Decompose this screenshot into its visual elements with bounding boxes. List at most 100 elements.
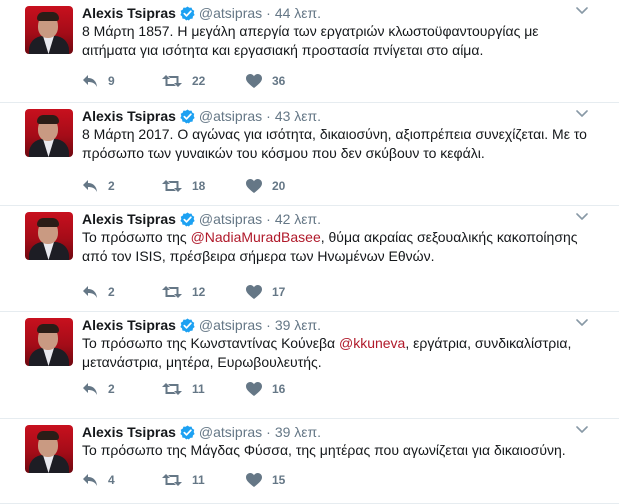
- tweet-text: Το πρόσωπο της Κωνσταντίνας Κούνεβα @kku…: [82, 334, 587, 372]
- retweet-icon: [162, 382, 182, 396]
- reply-button[interactable]: 4: [82, 471, 115, 489]
- reply-icon: [82, 74, 98, 88]
- like-count: 15: [272, 473, 286, 487]
- author-name[interactable]: Alexis Tsipras: [82, 211, 176, 227]
- retweet-button[interactable]: 18: [162, 177, 205, 195]
- avatar[interactable]: [25, 212, 73, 260]
- like-count: 36: [272, 74, 286, 88]
- tweet-header: Alexis Tsipras @atsipras · 39 λεπ.: [82, 316, 321, 334]
- heart-icon: [246, 179, 262, 193]
- separator-dot: ·: [266, 317, 271, 333]
- author-name[interactable]: Alexis Tsipras: [82, 108, 176, 124]
- tweet-text: 8 Μάρτη 1857. Η μεγάλη απεργία των εργατ…: [82, 22, 587, 60]
- tweet-text-segment: Το πρόσωπο της Μάγδας Φύσσα, της μητέρας…: [82, 442, 566, 458]
- tweet-timeline: Alexis Tsipras @atsipras · 44 λεπ. 8 Μάρτη 1…: [0, 0, 619, 504]
- retweet-icon: [162, 473, 182, 487]
- tweet-text: 8 Μάρτη 2017. Ο αγώνας για ισότητα, δικα…: [82, 125, 587, 163]
- retweet-button[interactable]: 22: [162, 72, 205, 90]
- tweet-item[interactable]: Alexis Tsipras @atsipras · 43 λεπ. 8 Μάρτη 2…: [0, 103, 619, 206]
- tweet-text-segment: Το πρόσωπο της Κωνσταντίνας Κούνεβα: [82, 335, 339, 351]
- author-name[interactable]: Alexis Tsipras: [82, 317, 176, 333]
- retweet-count: 11: [192, 473, 205, 487]
- retweet-button[interactable]: 12: [162, 283, 205, 301]
- reply-icon: [82, 473, 98, 487]
- chevron-down-icon[interactable]: [575, 4, 589, 18]
- tweet-actions: 2 12 17: [82, 283, 302, 301]
- separator-dot: ·: [266, 211, 271, 227]
- separator-dot: ·: [266, 5, 271, 21]
- avatar[interactable]: [25, 6, 73, 54]
- tweet-actions: 4 11 15: [82, 471, 302, 489]
- verified-badge-icon: [180, 317, 195, 333]
- author-handle[interactable]: @atsipras: [199, 5, 262, 21]
- chevron-down-icon[interactable]: [575, 210, 589, 224]
- like-count: 17: [272, 285, 286, 299]
- author-handle[interactable]: @atsipras: [199, 317, 262, 333]
- mention-link[interactable]: @NadiaMuradBasee: [191, 229, 321, 245]
- retweet-count: 12: [192, 285, 206, 299]
- author-handle[interactable]: @atsipras: [199, 108, 262, 124]
- like-button[interactable]: 20: [246, 177, 285, 195]
- like-button[interactable]: 15: [246, 471, 285, 489]
- tweet-timestamp[interactable]: 39 λεπ.: [275, 317, 321, 333]
- tweet-text: Το πρόσωπο της Μάγδας Φύσσα, της μητέρας…: [82, 441, 587, 460]
- author-name[interactable]: Alexis Tsipras: [82, 424, 176, 440]
- verified-badge-icon: [180, 108, 195, 124]
- mention-link[interactable]: @kkuneva: [339, 335, 405, 351]
- tweet-actions: 9 22 36: [82, 72, 302, 90]
- tweet-item[interactable]: Alexis Tsipras @atsipras · 42 λεπ. Το πρόσωπ…: [0, 206, 619, 312]
- reply-count: 2: [108, 382, 115, 396]
- tweet-timestamp[interactable]: 44 λεπ.: [275, 5, 321, 21]
- reply-icon: [82, 382, 98, 396]
- tweet-header: Alexis Tsipras @atsipras · 39 λεπ.: [82, 423, 321, 441]
- tweet-actions: 2 11 16: [82, 380, 302, 398]
- verified-badge-icon: [180, 211, 195, 227]
- reply-count: 2: [108, 179, 115, 193]
- like-button[interactable]: 16: [246, 380, 285, 398]
- avatar[interactable]: [25, 109, 73, 157]
- tweet-timestamp[interactable]: 39 λεπ.: [275, 424, 321, 440]
- separator-dot: ·: [266, 108, 271, 124]
- reply-button[interactable]: 2: [82, 283, 115, 301]
- author-handle[interactable]: @atsipras: [199, 211, 262, 227]
- like-count: 20: [272, 179, 286, 193]
- heart-icon: [246, 285, 262, 299]
- reply-count: 2: [108, 285, 115, 299]
- tweet-timestamp[interactable]: 43 λεπ.: [275, 108, 321, 124]
- reply-button[interactable]: 2: [82, 380, 115, 398]
- tweet-header: Alexis Tsipras @atsipras · 43 λεπ.: [82, 107, 321, 125]
- author-name[interactable]: Alexis Tsipras: [82, 5, 176, 21]
- verified-badge-icon: [180, 424, 195, 440]
- like-button[interactable]: 36: [246, 72, 285, 90]
- reply-count: 4: [108, 473, 115, 487]
- author-handle[interactable]: @atsipras: [199, 424, 262, 440]
- tweet-item[interactable]: Alexis Tsipras @atsipras · 44 λεπ. 8 Μάρτη 1…: [0, 0, 619, 103]
- retweet-icon: [162, 179, 182, 193]
- tweet-text-segment: 8 Μάρτη 2017. Ο αγώνας για ισότητα, δικα…: [82, 126, 587, 161]
- chevron-down-icon[interactable]: [575, 107, 589, 121]
- tweet-text-segment: Το πρόσωπο της: [82, 229, 191, 245]
- avatar[interactable]: [25, 318, 73, 366]
- like-button[interactable]: 17: [246, 283, 285, 301]
- chevron-down-icon[interactable]: [575, 423, 589, 437]
- retweet-button[interactable]: 11: [162, 380, 205, 398]
- reply-button[interactable]: 2: [82, 177, 115, 195]
- retweet-icon: [162, 285, 182, 299]
- verified-badge-icon: [180, 5, 195, 21]
- tweet-text: Το πρόσωπο της @NadiaMuradBasee, θύμα ακ…: [82, 228, 587, 266]
- heart-icon: [246, 473, 262, 487]
- retweet-icon: [162, 74, 182, 88]
- tweet-actions: 2 18 20: [82, 177, 302, 195]
- tweet-timestamp[interactable]: 42 λεπ.: [275, 211, 321, 227]
- tweet-item[interactable]: Alexis Tsipras @atsipras · 39 λεπ. Το πρόσωπ…: [0, 419, 619, 504]
- avatar[interactable]: [25, 425, 73, 473]
- heart-icon: [246, 74, 262, 88]
- heart-icon: [246, 382, 262, 396]
- like-count: 16: [272, 382, 286, 396]
- retweet-count: 18: [192, 179, 206, 193]
- tweet-item[interactable]: Alexis Tsipras @atsipras · 39 λεπ. Το πρόσωπ…: [0, 312, 619, 419]
- reply-button[interactable]: 9: [82, 72, 115, 90]
- chevron-down-icon[interactable]: [575, 316, 589, 330]
- retweet-button[interactable]: 11: [162, 471, 205, 489]
- tweet-header: Alexis Tsipras @atsipras · 44 λεπ.: [82, 4, 321, 22]
